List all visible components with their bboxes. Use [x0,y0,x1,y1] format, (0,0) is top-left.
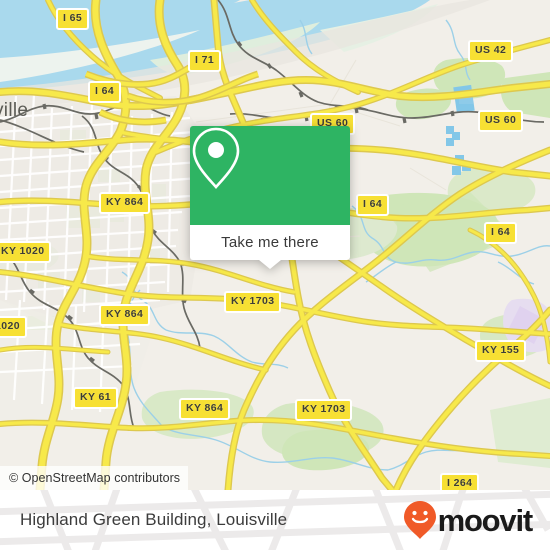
map-pin-icon [192,127,240,189]
location-callout[interactable]: Take me there [190,126,350,269]
road-shield: KY 61 [73,387,118,409]
callout-header [190,126,350,225]
road-shield: KY 1020 [0,241,52,263]
road-shield: KY 155 [475,340,527,362]
road-shield: US 42 [468,40,514,62]
road-shield: KY 864 [99,192,151,214]
road-shield: KY 864 [179,398,231,420]
map-attribution[interactable]: © OpenStreetMap contributors [0,466,189,490]
road-shield: I 64 [484,222,518,244]
road-shield: US 60 [478,110,524,132]
callout-action[interactable]: Take me there [190,225,350,260]
road-shield: KY 864 [99,304,151,326]
map-screenshot: ville I 65I 71I 64US 42US 60US 60KY 864I… [0,0,550,550]
moovit-pin-smiley-icon [403,501,436,539]
city-label: ville [0,100,29,121]
road-shield: I 64 [356,194,390,216]
road-shield: I 71 [188,50,222,72]
moovit-logo[interactable]: moovit [403,500,534,540]
road-shield: I 264 [440,473,480,490]
road-shield: I 64 [88,81,122,103]
road-shield: KY 1703 [295,399,353,421]
road-shield: KY 1703 [224,291,282,313]
map-canvas[interactable]: ville I 65I 71I 64US 42US 60US 60KY 864I… [0,0,550,490]
footer-bar: Highland Green Building, Louisville moov… [0,490,550,550]
road-shield: 1020 [0,316,27,338]
place-title: Highland Green Building, Louisville [20,510,288,529]
take-me-there-label: Take me there [221,234,319,251]
callout-tail [259,260,281,269]
road-shield: I 65 [56,8,90,30]
moovit-wordmark: moovit [437,502,534,538]
